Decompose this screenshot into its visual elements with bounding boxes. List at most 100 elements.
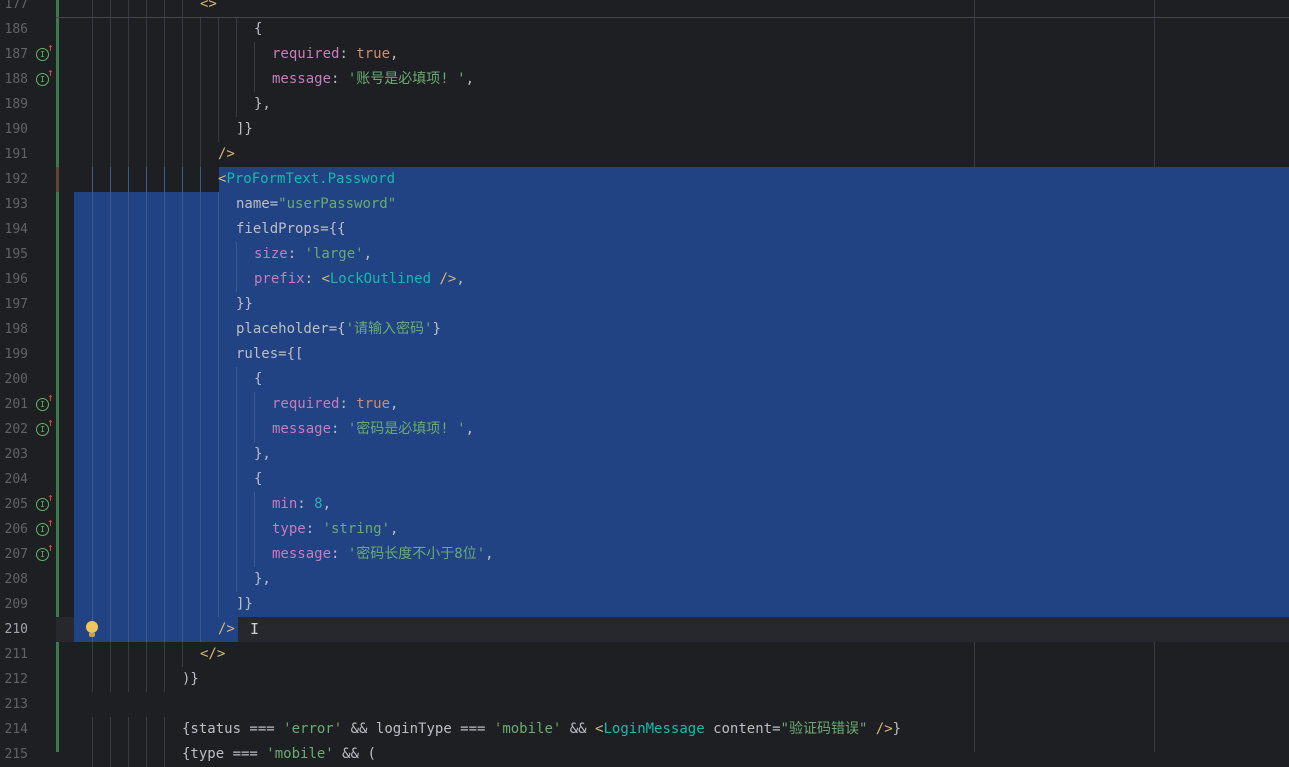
code-line[interactable]: 201 I ↑ required: true, [0,391,1289,417]
implements-gutter-icon[interactable]: I ↑ [36,391,54,413]
line-gutter[interactable]: 203 [0,442,56,467]
code-line[interactable]: 186 { [0,17,1289,42]
code-line[interactable]: 189}, [0,92,1289,117]
code-area[interactable]: <ProFormText.Password [56,167,1289,192]
code-area[interactable]: required: true, [56,392,1289,417]
line-gutter[interactable]: 200 [0,367,56,392]
code-area[interactable]: required: true, [56,42,1289,67]
code-area[interactable]: min: 8, [56,492,1289,517]
line-gutter[interactable]: 193 [0,192,56,217]
line-gutter[interactable]: 196 [0,267,56,292]
code-area[interactable]: rules={[ [56,342,1289,367]
line-gutter[interactable]: 208 [0,567,56,592]
line-gutter[interactable]: 198 [0,317,56,342]
implements-gutter-icon[interactable]: I ↑ [36,516,54,538]
code-line[interactable]: 197}} [0,292,1289,317]
lightbulb-icon[interactable] [84,621,100,639]
code-line[interactable]: 214 {status === 'error' && loginType === … [0,717,1289,742]
line-gutter[interactable]: 197 [0,292,56,317]
line-gutter[interactable]: 177 [0,0,56,17]
line-gutter[interactable]: 202 I ↑ [0,416,56,442]
line-gutter[interactable]: 191 [0,142,56,167]
code-area[interactable]: fieldProps={{ [56,217,1289,242]
code-line[interactable]: 194 fieldProps={{ [0,217,1289,242]
code-line[interactable]: 193 name="userPassword" [0,192,1289,217]
code-line[interactable]: 205 I ↑ min: 8, [0,491,1289,517]
code-line[interactable]: 191 /> [0,142,1289,167]
code-line[interactable]: 199 rules={[ [0,342,1289,367]
code-line[interactable]: 198 placeholder={'请输入密码'} [0,317,1289,342]
line-gutter[interactable]: 205 I ↑ [0,491,56,517]
line-gutter[interactable]: 194 [0,217,56,242]
code-line[interactable]: 215 {type === 'mobile' && ( [0,742,1289,767]
code-line[interactable]: 210 /> I [0,617,1289,642]
code-area[interactable]: {type === 'mobile' && ( [56,742,1289,767]
code-area[interactable]: { [56,367,1289,392]
code-line[interactable]: 206 I ↑ type: 'string', [0,516,1289,542]
implements-gutter-icon[interactable]: I ↑ [36,491,54,513]
code-area[interactable]: { [56,467,1289,492]
line-gutter[interactable]: 210 [0,617,56,642]
code-line[interactable]: 188 I ↑ message: '账号是必填项! ', [0,66,1289,92]
code-area[interactable]: ]} [56,592,1289,617]
line-gutter[interactable]: 207 I ↑ [0,541,56,567]
code-line[interactable]: 213 [0,692,1289,717]
line-gutter[interactable]: 204 [0,467,56,492]
code-area[interactable]: /> [56,142,1289,167]
line-gutter[interactable]: 214 [0,717,56,742]
line-gutter[interactable]: 187 I ↑ [0,41,56,67]
code-line[interactable]: 187 I ↑ required: true, [0,41,1289,67]
code-line[interactable]: 212)} [0,667,1289,692]
code-line[interactable]: 208}, [0,567,1289,592]
code-editor[interactable]: 177 <> 186 {187 I ↑ required: true, 188 I ↑ messag… [0,0,1289,767]
code-area[interactable]: </> [56,642,1289,667]
line-gutter[interactable]: 192 [0,167,56,192]
code-line[interactable]: 192 <ProFormText.Password [0,167,1289,192]
implements-gutter-icon[interactable]: I ↑ [36,416,54,438]
code-line[interactable]: 196 prefix: <LockOutlined />, [0,267,1289,292]
implements-gutter-icon[interactable]: I ↑ [36,41,54,63]
line-gutter[interactable]: 209 [0,592,56,617]
code-area[interactable]: /> I [56,617,1289,642]
code-area[interactable]: }, [56,92,1289,117]
line-gutter[interactable]: 195 [0,242,56,267]
code-line[interactable]: 209]} [0,592,1289,617]
code-line[interactable]: 203}, [0,442,1289,467]
code-area[interactable]: placeholder={'请输入密码'} [56,317,1289,342]
code-line[interactable]: 177 <> [0,0,1289,17]
implements-gutter-icon[interactable]: I ↑ [36,541,54,563]
code-area[interactable]: }, [56,567,1289,592]
code-area[interactable]: {status === 'error' && loginType === 'mo… [56,717,1289,742]
code-area[interactable]: type: 'string', [56,517,1289,542]
code-area[interactable]: message: '账号是必填项! ', [56,67,1289,92]
code-line[interactable]: 190]} [0,117,1289,142]
line-gutter[interactable]: 201 I ↑ [0,391,56,417]
line-gutter[interactable]: 213 [0,692,56,717]
line-gutter[interactable]: 199 [0,342,56,367]
code-area[interactable]: <> [56,0,1289,17]
line-gutter[interactable]: 215 [0,742,56,767]
code-area[interactable] [56,692,1289,717]
code-line[interactable]: 207 I ↑ message: '密码长度不小于8位', [0,541,1289,567]
implements-gutter-icon[interactable]: I ↑ [36,66,54,88]
line-gutter[interactable]: 188 I ↑ [0,66,56,92]
code-area[interactable]: }} [56,292,1289,317]
code-line[interactable]: 202 I ↑ message: '密码是必填项! ', [0,416,1289,442]
line-gutter[interactable]: 212 [0,667,56,692]
line-gutter[interactable]: 206 I ↑ [0,516,56,542]
line-gutter[interactable]: 190 [0,117,56,142]
code-line[interactable]: 200 { [0,367,1289,392]
code-area[interactable]: message: '密码长度不小于8位', [56,542,1289,567]
code-area[interactable]: { [56,17,1289,42]
line-gutter[interactable]: 186 [0,17,56,42]
code-line[interactable]: 195 size: 'large', [0,242,1289,267]
line-gutter[interactable]: 211 [0,642,56,667]
code-area[interactable]: prefix: <LockOutlined />, [56,267,1289,292]
code-area[interactable]: size: 'large', [56,242,1289,267]
code-line[interactable]: 204 { [0,467,1289,492]
code-line[interactable]: 211 </> [0,642,1289,667]
code-area[interactable]: ]} [56,117,1289,142]
code-area[interactable]: message: '密码是必填项! ', [56,417,1289,442]
code-area[interactable]: }, [56,442,1289,467]
code-area[interactable]: )} [56,667,1289,692]
